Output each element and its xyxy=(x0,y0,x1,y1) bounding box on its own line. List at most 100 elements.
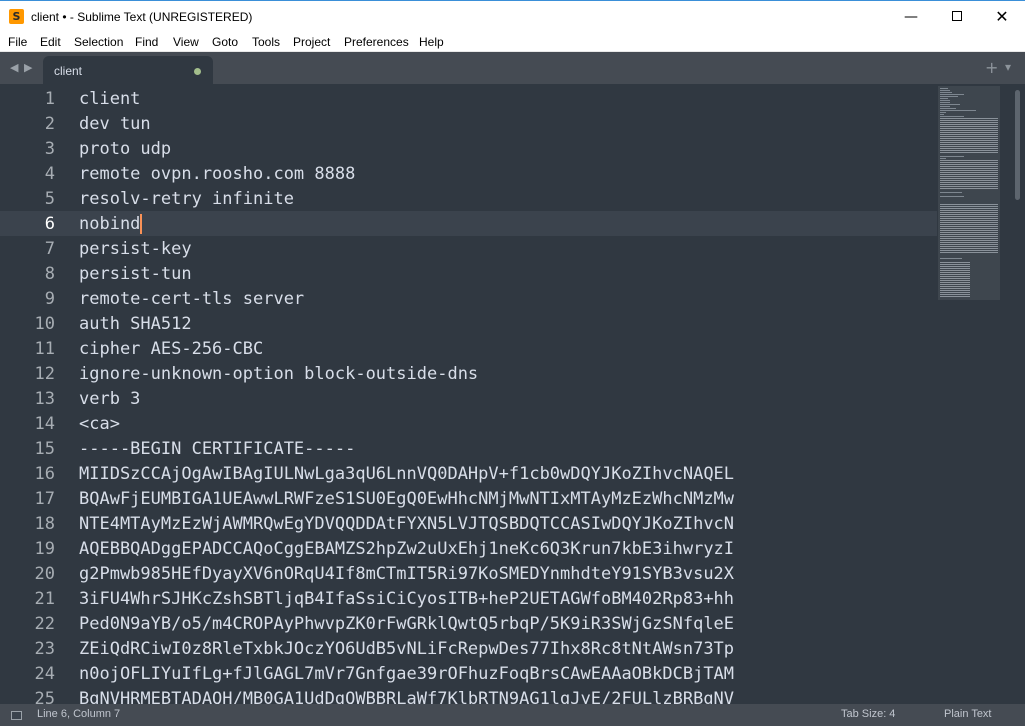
code-line[interactable]: NTE4MTAyMzEzWjAWMRQwEgYDVQQDDAtFYXN5LVJT… xyxy=(72,511,937,536)
line-number: 24 xyxy=(34,664,55,684)
code-line-text: persist-key xyxy=(79,239,192,259)
new-tab-icon[interactable]: + xyxy=(985,58,998,77)
menu-preferences[interactable]: Preferences xyxy=(344,35,409,49)
code-line[interactable]: nobind xyxy=(72,211,937,236)
code-line[interactable]: proto udp xyxy=(72,136,937,161)
code-line-text: client xyxy=(79,89,141,109)
tab-size-indicator[interactable]: Tab Size: 4 xyxy=(841,708,895,720)
code-line[interactable]: cipher AES-256-CBC xyxy=(72,336,937,361)
code-line[interactable]: remote ovpn.roosho.com 8888 xyxy=(72,161,937,186)
tab-overflow-icon[interactable]: ▾ xyxy=(1005,60,1011,74)
code-line[interactable]: -----BEGIN CERTIFICATE----- xyxy=(72,436,937,461)
gutter-row: 6 xyxy=(0,211,72,236)
editor-pane[interactable]: 1 2 3 4 5 6 7 8 9 10 11 12 13 14 15 16 17 18 19 20 21 22 23 24 2… xyxy=(0,84,1025,704)
gutter-row: 5 xyxy=(0,186,72,211)
syntax-indicator[interactable]: Plain Text xyxy=(944,708,992,720)
menu-view[interactable]: View xyxy=(173,35,199,49)
code-line[interactable]: persist-tun xyxy=(72,261,937,286)
gutter-row: 17 xyxy=(0,486,72,511)
line-number: 16 xyxy=(34,464,55,484)
line-number: 5 xyxy=(44,189,55,209)
menu-file[interactable]: File xyxy=(8,35,27,49)
vertical-scrollbar[interactable] xyxy=(1010,84,1025,704)
gutter-row: 14 xyxy=(0,411,72,436)
sublime-text-icon: S xyxy=(9,9,24,24)
code-line[interactable]: g2Pmwb985HEfDyayXV6nORqU4If8mCTmIT5Ri97K… xyxy=(72,561,937,586)
line-number: 17 xyxy=(34,489,55,509)
line-number: 21 xyxy=(34,589,55,609)
panel-toggle-icon[interactable] xyxy=(11,711,22,720)
maximize-button[interactable] xyxy=(934,1,980,33)
maximize-icon xyxy=(952,11,962,21)
gutter-row: 8 xyxy=(0,261,72,286)
menu-goto[interactable]: Goto xyxy=(212,35,238,49)
code-line[interactable]: AQEBBQADggEPADCCAQoCggEBAMZS2hpZw2uUxEhj… xyxy=(72,536,937,561)
line-number: 7 xyxy=(44,239,55,259)
menu-tools[interactable]: Tools xyxy=(252,35,280,49)
code-line[interactable]: auth SHA512 xyxy=(72,311,937,336)
code-line[interactable]: client xyxy=(72,86,937,111)
menu-edit[interactable]: Edit xyxy=(40,35,61,49)
code-line-text: AQEBBQADggEPADCCAQoCggEBAMZS2hpZw2uUxEhj… xyxy=(79,539,735,559)
line-number: 15 xyxy=(34,439,55,459)
code-line[interactable]: verb 3 xyxy=(72,386,937,411)
line-number: 2 xyxy=(44,114,55,134)
gutter-row: 16 xyxy=(0,461,72,486)
line-number: 11 xyxy=(34,339,55,359)
code-line[interactable]: ignore-unknown-option block-outside-dns xyxy=(72,361,937,386)
gutter-row: 23 xyxy=(0,636,72,661)
gutter-row: 25 xyxy=(0,686,72,704)
menu-help[interactable]: Help xyxy=(419,35,444,49)
code-line[interactable]: BgNVHRMEBTADAQH/MB0GA1UdDgQWBBRLaWf7KlbR… xyxy=(72,686,937,704)
line-number: 23 xyxy=(34,639,55,659)
code-line[interactable]: resolv-retry infinite xyxy=(72,186,937,211)
code-line-text: Ped0N9aYB/o5/m4CROPAyPhwvpZK0rFwGRklQwtQ… xyxy=(79,614,735,634)
code-line[interactable]: dev tun xyxy=(72,111,937,136)
unsaved-dot-icon[interactable] xyxy=(194,68,201,75)
line-number: 14 xyxy=(34,414,55,434)
gutter-row: 18 xyxy=(0,511,72,536)
code-line[interactable]: 3iFU4WhrSJHKcZshSBTljqB4IfaSsiCiCyosITB+… xyxy=(72,586,937,611)
menu-project[interactable]: Project xyxy=(293,35,330,49)
close-button[interactable]: ✕ xyxy=(979,1,1025,33)
cursor-position: Line 6, Column 7 xyxy=(37,708,121,720)
code-line-text: -----BEGIN CERTIFICATE----- xyxy=(79,439,356,459)
line-number: 25 xyxy=(34,689,55,704)
gutter-row: 3 xyxy=(0,136,72,161)
code-line-text: resolv-retry infinite xyxy=(79,189,294,209)
code-line[interactable]: persist-key xyxy=(72,236,937,261)
code-line[interactable]: n0ojOFLIYuIfLg+fJlGAGL7mVr7Gnfgae39rOFhu… xyxy=(72,661,937,686)
gutter-row: 19 xyxy=(0,536,72,561)
gutter-row: 21 xyxy=(0,586,72,611)
code-line[interactable]: remote-cert-tls server xyxy=(72,286,937,311)
code-line[interactable]: ZEiQdRCiwI0z8RleTxbkJOczYO6UdB5vNLiFcRep… xyxy=(72,636,937,661)
code-line[interactable]: BQAwFjEUMBIGA1UEAwwLRWFzeS1SU0EgQ0EwHhcN… xyxy=(72,486,937,511)
code-line-text: NTE4MTAyMzEzWjAWMRQwEgYDVQQDDAtFYXN5LVJT… xyxy=(79,514,735,534)
code-line-text: ZEiQdRCiwI0z8RleTxbkJOczYO6UdB5vNLiFcRep… xyxy=(79,639,735,659)
tab-prev-arrow-icon[interactable]: ◀ xyxy=(10,61,18,74)
code-line-text: n0ojOFLIYuIfLg+fJlGAGL7mVr7Gnfgae39rOFhu… xyxy=(79,664,735,684)
line-number: 3 xyxy=(44,139,55,159)
line-number: 12 xyxy=(34,364,55,384)
code-line-text: ignore-unknown-option block-outside-dns xyxy=(79,364,479,384)
tab-next-arrow-icon[interactable]: ▶ xyxy=(24,61,32,74)
tab-client[interactable]: client xyxy=(43,56,213,84)
menu-selection[interactable]: Selection xyxy=(74,35,123,49)
gutter-row: 13 xyxy=(0,386,72,411)
gutter-row: 4 xyxy=(0,161,72,186)
code-line-text: verb 3 xyxy=(79,389,141,409)
gutter-row: 7 xyxy=(0,236,72,261)
code-line-text: MIIDSzCCAjOgAwIBAgIULNwLga3qU6LnnVQ0DAHp… xyxy=(79,464,735,484)
code-line-text: BQAwFjEUMBIGA1UEAwwLRWFzeS1SU0EgQ0EwHhcN… xyxy=(79,489,735,509)
scrollbar-thumb[interactable] xyxy=(1015,90,1020,200)
minimize-button[interactable]: — xyxy=(888,1,934,33)
gutter-row: 20 xyxy=(0,561,72,586)
code-line[interactable]: Ped0N9aYB/o5/m4CROPAyPhwvpZK0rFwGRklQwtQ… xyxy=(72,611,937,636)
title-bar: S client • - Sublime Text (UNREGISTERED)… xyxy=(0,0,1025,32)
code-line[interactable]: MIIDSzCCAjOgAwIBAgIULNwLga3qU6LnnVQ0DAHp… xyxy=(72,461,937,486)
gutter-row: 22 xyxy=(0,611,72,636)
code-line-text: g2Pmwb985HEfDyayXV6nORqU4If8mCTmIT5Ri97K… xyxy=(79,564,735,584)
code-line[interactable]: <ca> xyxy=(72,411,937,436)
menu-find[interactable]: Find xyxy=(135,35,158,49)
minimap[interactable] xyxy=(938,86,1002,302)
